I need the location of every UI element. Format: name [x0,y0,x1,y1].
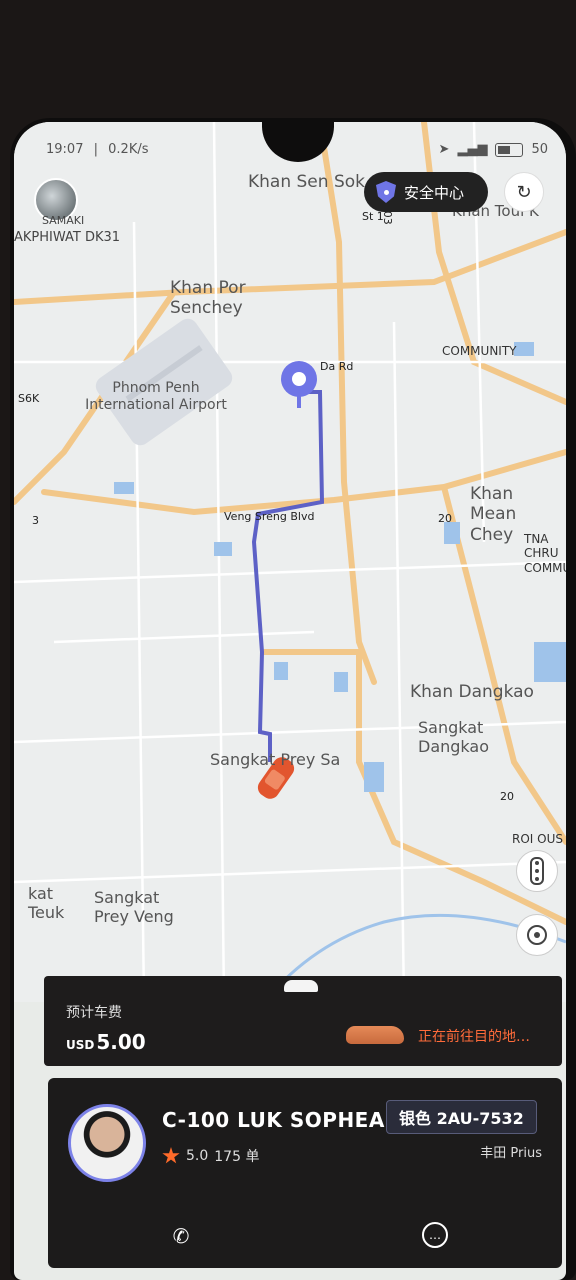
map-label-roi-ous: ROI OUS [512,832,563,846]
status-bar-left: 19:07 | 0.2K/s [46,142,149,157]
locate-icon [527,925,547,945]
fare-label: 预计车费 [66,1005,122,1021]
call-button[interactable]: ✆ [168,1224,194,1250]
rating-value: 5.0 [186,1148,209,1164]
share-button[interactable]: ↻ [504,172,544,212]
map-label-veng-sreng-blvd: Veng Sreng Blvd [224,510,315,523]
signal-icon: ▂▄▆ [457,142,488,157]
battery-level: 50 [531,142,548,157]
status-time: 19:07 [46,142,84,157]
layers-icon [530,857,544,885]
map-label-sangkat-prey-sa: Sangkat Prey Sa [210,750,341,769]
trip-status: 正在前往目的地… [418,1029,530,1045]
safety-center-button[interactable]: 安全中心 [364,172,488,212]
map-label-kat-teuk: kat Teuk [28,884,65,923]
fare-card[interactable]: 预计车费 USD 5.00 正在前往目的地… [44,976,562,1066]
map-label-community: COMMUNITY [442,344,517,358]
map-label-da-rd: Da Rd [320,360,354,373]
driver-avatar[interactable] [68,1104,146,1182]
battery-icon [495,142,524,157]
message-icon: … [429,1228,441,1242]
shield-icon [376,181,396,203]
road-st-1: St 1 [362,210,384,223]
phone-frame: Khan Sen Sok Khan Toul K Khan Por Senche… [10,118,576,1280]
road-number-20-south: 20 [500,790,514,803]
map-label-airport: Phnom Penh International Airport [85,380,227,413]
road-number-s6k: S6K [18,392,40,405]
map-label-khan-por-senchey: Khan Por Senchey [170,278,246,319]
status-net-speed: 0.2K/s [108,142,149,157]
phone-icon: ✆ [172,1224,190,1248]
license-plate: 银色 2AU-7532 [386,1100,537,1134]
map[interactable] [14,122,566,1002]
map-label-khan-sen-sok: Khan Sen Sok [248,172,365,192]
road-number-20: 20 [438,512,452,525]
location-icon: ➤ [438,142,450,157]
star-icon [162,1147,180,1164]
locate-button[interactable] [516,914,558,956]
driver-card[interactable]: C-100 LUK SOPHEAK 5.0 175 单 银色 2AU-7532 … [48,1078,562,1268]
safety-center-label: 安全中心 [404,183,465,202]
layers-button[interactable] [516,850,558,892]
share-icon: ↻ [516,181,532,203]
trip-count: 175 单 [214,1149,260,1165]
map-label-sangkat-dangkao: Sangkat Dangkao [418,718,489,757]
car-model: 丰田 Prius [480,1146,542,1161]
account-label-2: AKPHIWAT DK31 [14,230,121,245]
map-label-sangkat-prey-veng: Sangkat Prey Veng [94,888,174,927]
driver-rating: 5.0 175 单 [162,1146,259,1166]
account-label-1: SAMAKI [42,214,85,227]
fare-value: 5.00 [96,1030,146,1054]
message-button[interactable]: … [422,1222,448,1248]
driver-name: C-100 LUK SOPHEAK [162,1108,401,1132]
sheet-handle[interactable] [284,980,318,992]
road-number-3: 3 [32,514,39,527]
map-label-khan-dangkao: Khan Dangkao [410,682,534,702]
fare-amount: USD 5.00 [66,1030,146,1054]
status-bar-right: ➤ ▂▄▆ 50 [439,142,548,157]
fare-currency: USD [66,1038,95,1052]
car-icon [346,1026,404,1044]
map-label-tna-chru: TNA CHRU COMMU [524,532,566,575]
